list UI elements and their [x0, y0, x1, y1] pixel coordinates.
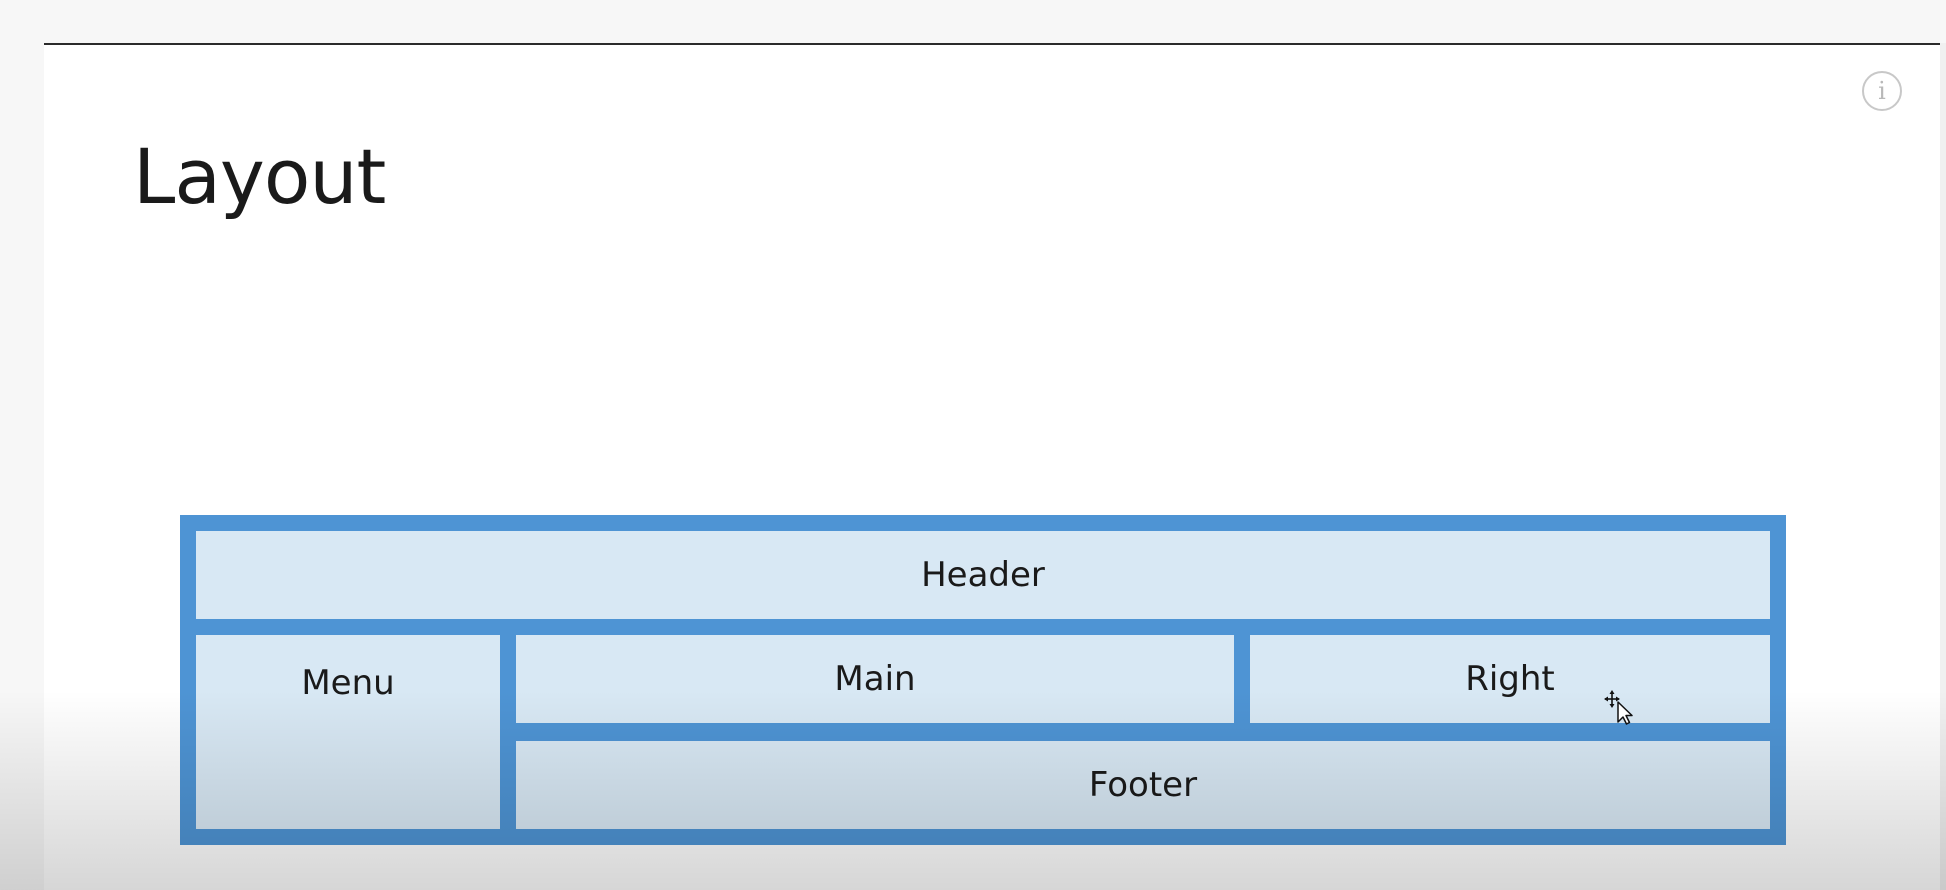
- menu-region-label: Menu: [301, 663, 395, 703]
- header-region-label: Header: [921, 555, 1045, 595]
- info-icon[interactable]: i: [1862, 71, 1902, 111]
- main-region: Main: [516, 635, 1234, 723]
- info-icon-glyph: i: [1878, 77, 1886, 105]
- right-edge-strip: [1940, 43, 1946, 890]
- slide-title: Layout: [133, 132, 386, 221]
- header-region: Header: [196, 531, 1770, 619]
- menu-region: Menu: [196, 635, 500, 829]
- footer-region: Footer: [516, 741, 1770, 829]
- video-frame: Layout i Header Menu Main Right Footer: [0, 0, 1946, 890]
- right-region: Right: [1250, 635, 1770, 723]
- footer-region-label: Footer: [1088, 765, 1198, 805]
- right-region-label: Right: [1465, 659, 1555, 699]
- main-region-label: Main: [834, 659, 916, 699]
- move-cursor-icon: [1604, 690, 1633, 725]
- layout-diagram: Header Menu Main Right Footer: [180, 515, 1786, 845]
